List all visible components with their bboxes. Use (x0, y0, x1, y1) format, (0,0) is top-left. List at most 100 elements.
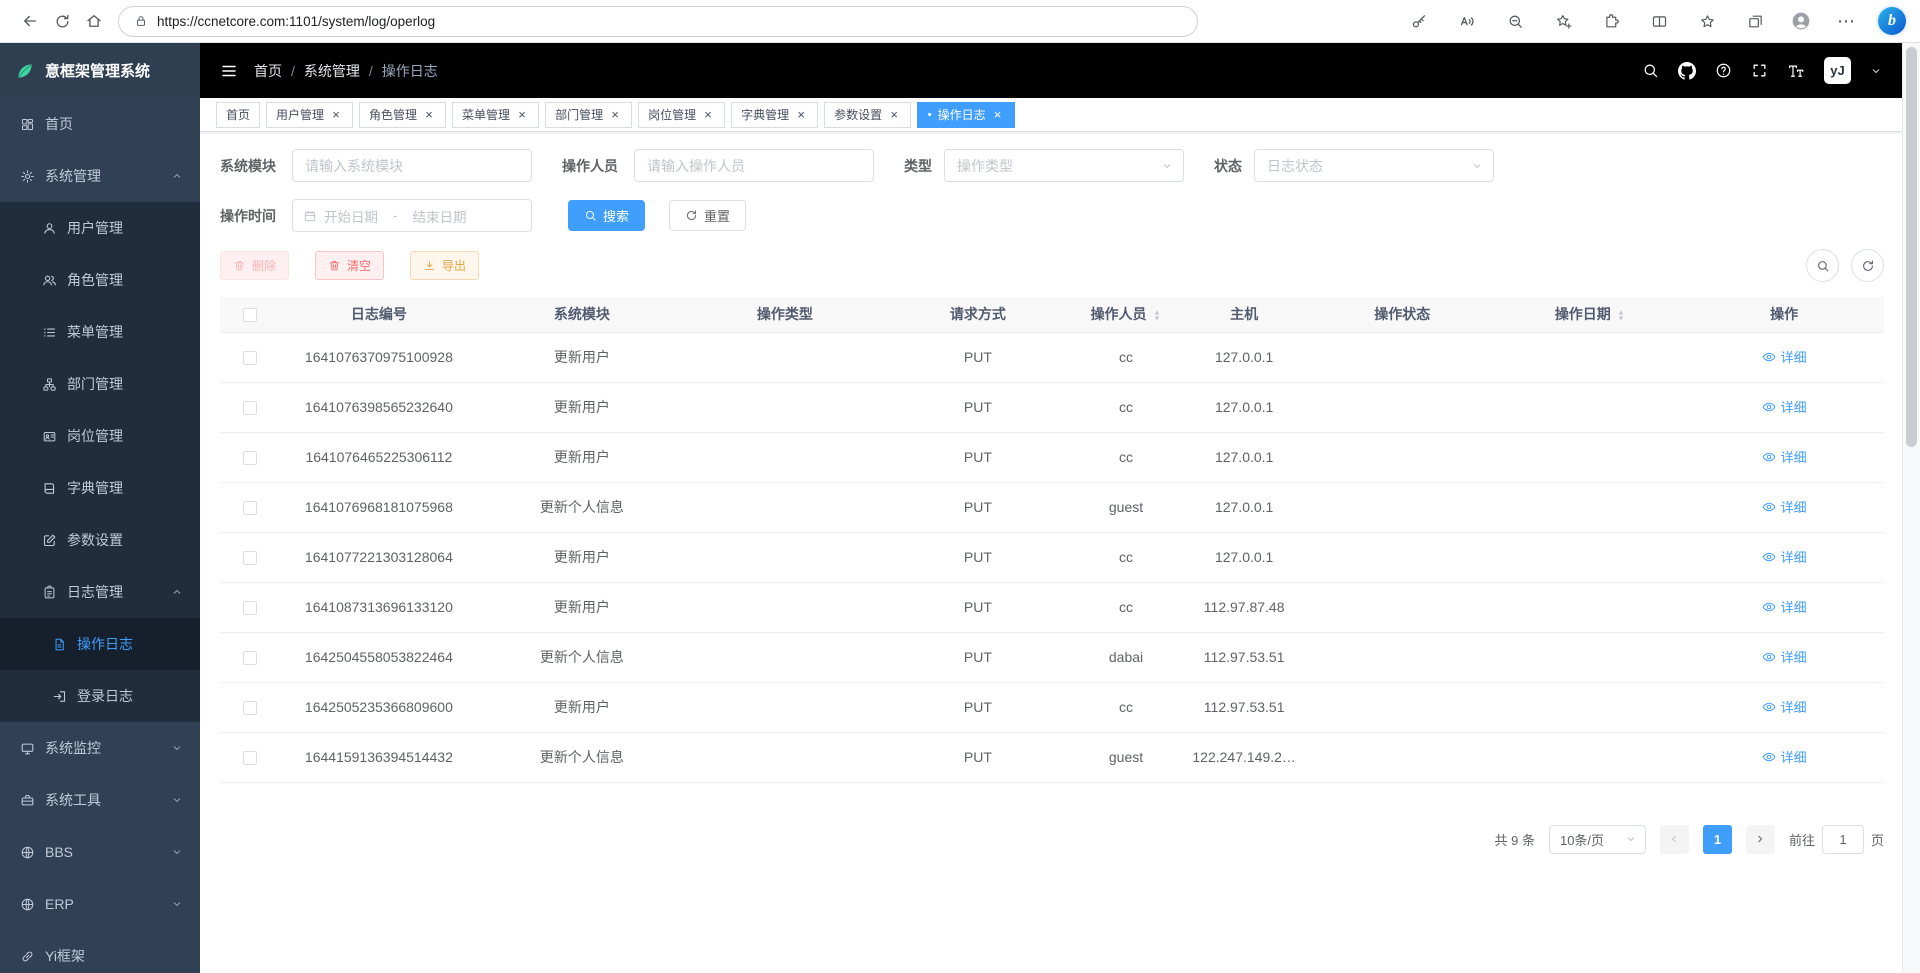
column-date[interactable]: 操作日期▲▼ (1496, 297, 1684, 332)
sidebar-item-user-management[interactable]: 用户管理 (0, 202, 200, 254)
sidebar-item-system-tools[interactable]: 系统工具 (0, 774, 200, 826)
sidebar-item-system-monitor[interactable]: 系统监控 (0, 722, 200, 774)
row-checkbox[interactable] (243, 651, 257, 665)
sidebar-item-menu-management[interactable]: 菜单管理 (0, 306, 200, 358)
date-range-picker[interactable]: 开始日期 - 结束日期 (292, 199, 532, 232)
close-icon[interactable]: × (794, 108, 808, 122)
row-checkbox[interactable] (243, 401, 257, 415)
detail-link[interactable]: 详细 (1762, 497, 1807, 516)
row-checkbox[interactable] (243, 351, 257, 365)
read-aloud-icon[interactable] (1451, 5, 1483, 37)
address-bar[interactable]: https://ccnetcore.com:1101/system/log/op… (118, 6, 1198, 37)
column-operator[interactable]: 操作人员▲▼ (1072, 297, 1180, 332)
font-size-icon[interactable] (1787, 62, 1805, 80)
sidebar-item-log-management[interactable]: 日志管理 (0, 566, 200, 618)
tab-parameter-settings[interactable]: 参数设置× (824, 102, 911, 128)
sort-carets[interactable]: ▲▼ (1152, 310, 1162, 322)
close-icon[interactable]: × (887, 108, 901, 122)
extensions-icon[interactable] (1595, 5, 1627, 37)
close-icon[interactable]: × (329, 108, 343, 122)
detail-link[interactable]: 详细 (1762, 447, 1807, 466)
prev-page-button[interactable] (1660, 825, 1689, 854)
vertical-scrollbar[interactable] (1902, 43, 1920, 973)
tab-home[interactable]: 首页 (216, 102, 260, 128)
module-input[interactable] (292, 149, 532, 182)
close-icon[interactable]: × (608, 108, 622, 122)
operator-input[interactable] (634, 149, 874, 182)
sidebar-item-bbs[interactable]: BBS (0, 826, 200, 878)
user-avatar-logo[interactable]: yJ (1824, 57, 1851, 84)
reset-button[interactable]: 重置 (669, 200, 746, 231)
profile-avatar[interactable] (1787, 8, 1814, 35)
fullscreen-icon[interactable] (1751, 62, 1768, 79)
zoom-out-icon[interactable] (1499, 5, 1531, 37)
header-search-icon[interactable] (1642, 62, 1659, 79)
row-checkbox[interactable] (243, 751, 257, 765)
add-favorite-icon[interactable] (1547, 5, 1579, 37)
next-page-button[interactable] (1746, 825, 1775, 854)
copilot-icon[interactable]: b (1878, 7, 1906, 35)
status-select[interactable]: 日志状态 (1254, 149, 1494, 182)
detail-link[interactable]: 详细 (1762, 697, 1807, 716)
tab-post-management[interactable]: 岗位管理× (638, 102, 725, 128)
select-all-checkbox[interactable] (243, 308, 257, 322)
sidebar-item-operation-log[interactable]: 操作日志 (0, 618, 200, 670)
detail-link[interactable]: 详细 (1762, 397, 1807, 416)
row-checkbox[interactable] (243, 601, 257, 615)
type-select[interactable]: 操作类型 (944, 149, 1184, 182)
chevron-down-icon[interactable] (1870, 65, 1882, 77)
sidebar-item-home[interactable]: 首页 (0, 98, 200, 150)
tab-department-management[interactable]: 部门管理× (545, 102, 632, 128)
detail-link[interactable]: 详细 (1762, 347, 1807, 366)
split-screen-icon[interactable] (1643, 5, 1675, 37)
detail-link[interactable]: 详细 (1762, 747, 1807, 766)
github-icon[interactable] (1678, 62, 1696, 80)
detail-link[interactable]: 详细 (1762, 597, 1807, 616)
close-icon[interactable]: × (991, 108, 1005, 122)
detail-link[interactable]: 详细 (1762, 647, 1807, 666)
row-checkbox[interactable] (243, 451, 257, 465)
browser-home-button[interactable] (78, 5, 110, 37)
help-icon[interactable] (1715, 62, 1732, 79)
sidebar-item-yi-framework[interactable]: Yi框架 (0, 930, 200, 973)
sidebar-item-erp[interactable]: ERP (0, 878, 200, 930)
tab-operation-log[interactable]: ●操作日志× (917, 102, 1014, 128)
row-checkbox[interactable] (243, 551, 257, 565)
collections-icon[interactable] (1739, 5, 1771, 37)
close-icon[interactable]: × (701, 108, 715, 122)
toggle-search-button[interactable] (1806, 249, 1839, 282)
browser-back-button[interactable] (14, 5, 46, 37)
page-size-select[interactable]: 10条/页 (1549, 825, 1646, 854)
close-icon[interactable]: × (515, 108, 529, 122)
detail-link[interactable]: 详细 (1762, 547, 1807, 566)
delete-button[interactable]: 删除 (220, 251, 289, 280)
refresh-table-button[interactable] (1851, 249, 1884, 282)
sidebar-item-parameter-settings[interactable]: 参数设置 (0, 514, 200, 566)
more-options-icon[interactable]: ⋯ (1830, 5, 1862, 37)
row-checkbox[interactable] (243, 501, 257, 515)
export-button[interactable]: 导出 (410, 251, 479, 280)
sidebar-item-dictionary-management[interactable]: 字典管理 (0, 462, 200, 514)
sidebar-item-department-management[interactable]: 部门管理 (0, 358, 200, 410)
scrollbar-thumb[interactable] (1906, 47, 1917, 447)
breadcrumb-home[interactable]: 首页 (254, 61, 282, 81)
close-icon[interactable]: × (422, 108, 436, 122)
page-1-button[interactable]: 1 (1703, 825, 1732, 854)
password-key-icon[interactable] (1403, 5, 1435, 37)
search-button[interactable]: 搜索 (568, 200, 645, 231)
sidebar-item-login-log[interactable]: 登录日志 (0, 670, 200, 722)
fold-sidebar-icon[interactable] (212, 54, 246, 88)
sidebar-item-system-management[interactable]: 系统管理 (0, 150, 200, 202)
tab-menu-management[interactable]: 菜单管理× (452, 102, 539, 128)
tab-dictionary-management[interactable]: 字典管理× (731, 102, 818, 128)
sidebar-item-role-management[interactable]: 角色管理 (0, 254, 200, 306)
goto-page-input[interactable] (1822, 825, 1864, 854)
tab-user-management[interactable]: 用户管理× (266, 102, 353, 128)
sort-carets[interactable]: ▲▼ (1616, 310, 1626, 322)
tab-role-management[interactable]: 角色管理× (359, 102, 446, 128)
clear-button[interactable]: 清空 (315, 251, 384, 280)
browser-refresh-button[interactable] (46, 5, 78, 37)
favorites-icon[interactable] (1691, 5, 1723, 37)
breadcrumb-system-management[interactable]: 系统管理 (304, 61, 360, 81)
sidebar-item-post-management[interactable]: 岗位管理 (0, 410, 200, 462)
